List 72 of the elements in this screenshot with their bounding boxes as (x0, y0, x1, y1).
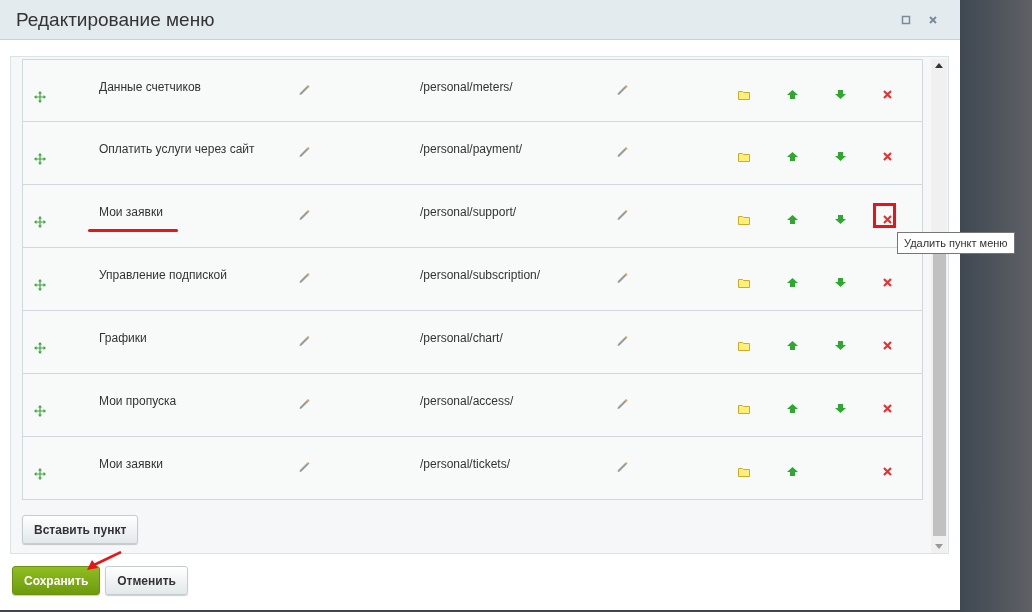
pencil-icon[interactable] (298, 83, 310, 95)
arrow-down-icon[interactable] (835, 404, 846, 413)
maximize-icon[interactable] (901, 14, 911, 25)
pencil-icon[interactable] (298, 208, 310, 220)
arrow-down-icon[interactable] (835, 341, 846, 350)
menu-item-name: Графики (99, 331, 147, 345)
delete-icon[interactable] (883, 152, 892, 161)
annotation-frame (873, 203, 896, 228)
move-handle-icon[interactable] (34, 468, 46, 480)
pencil-icon[interactable] (298, 145, 310, 157)
delete-icon[interactable] (883, 90, 892, 99)
menu-item-url: /personal/tickets/ (420, 457, 512, 471)
pencil-icon[interactable] (298, 334, 310, 346)
move-handle-icon[interactable] (34, 216, 46, 228)
pencil-icon[interactable] (298, 397, 310, 409)
move-handle-icon[interactable] (34, 91, 46, 103)
arrow-up-icon[interactable] (787, 341, 798, 350)
delete-icon[interactable] (883, 404, 892, 413)
menu-item-name: Мои заявки (99, 205, 163, 219)
pencil-icon[interactable] (298, 271, 310, 283)
arrow-up-icon[interactable] (787, 467, 798, 476)
arrow-up-icon[interactable] (787, 404, 798, 413)
pencil-icon[interactable] (616, 397, 628, 409)
folder-icon[interactable] (738, 90, 750, 100)
delete-icon[interactable] (883, 467, 892, 476)
menu-item-url: /personal/support/ (420, 205, 518, 219)
cancel-button[interactable]: Отменить (105, 566, 188, 595)
arrow-down-icon[interactable] (835, 90, 846, 99)
move-handle-icon[interactable] (34, 405, 46, 417)
folder-icon[interactable] (738, 215, 750, 225)
move-handle-icon[interactable] (34, 153, 46, 165)
delete-icon[interactable] (883, 215, 892, 224)
scroll-up-icon[interactable] (935, 63, 943, 68)
arrow-up-icon[interactable] (787, 90, 798, 99)
pencil-icon[interactable] (298, 460, 310, 472)
menu-item-url: /personal/meters/ (420, 80, 514, 94)
folder-icon[interactable] (738, 341, 750, 351)
menu-item-name: Данные счетчиков (99, 80, 201, 94)
move-handle-icon[interactable] (34, 279, 46, 291)
folder-icon[interactable] (738, 404, 750, 414)
scroll-down-icon[interactable] (935, 544, 943, 549)
menu-item-url: /personal/subscription/ (420, 268, 542, 282)
menu-item-name: Управление подпиской (99, 268, 227, 282)
menu-item-url: /personal/payment/ (420, 142, 524, 156)
annotation-arrow (86, 551, 122, 573)
menu-item-name: Мои пропуска (99, 394, 177, 408)
menu-item-url: /personal/chart/ (420, 331, 504, 345)
arrow-up-icon[interactable] (787, 152, 798, 161)
arrow-down-icon[interactable] (835, 215, 846, 224)
delete-icon[interactable] (883, 278, 892, 287)
folder-icon[interactable] (738, 467, 750, 477)
folder-icon[interactable] (738, 278, 750, 288)
pencil-icon[interactable] (616, 334, 628, 346)
delete-icon[interactable] (883, 341, 892, 350)
insert-item-button[interactable]: Вставить пункт (22, 515, 139, 544)
close-icon[interactable] (928, 14, 938, 25)
arrow-up-icon[interactable] (787, 278, 798, 287)
pencil-icon[interactable] (616, 83, 628, 95)
pencil-icon[interactable] (616, 145, 628, 157)
tooltip: Удалить пункт меню (897, 232, 1015, 254)
arrow-down-icon[interactable] (835, 278, 846, 287)
menu-item-name: Оплатить услуги через сайт (99, 142, 255, 156)
window-title: Редактирование меню (16, 8, 216, 31)
pencil-icon[interactable] (616, 460, 628, 472)
move-handle-icon[interactable] (34, 342, 46, 354)
arrow-down-icon[interactable] (835, 152, 846, 161)
menu-item-url: /personal/access/ (420, 394, 515, 408)
folder-icon[interactable] (738, 152, 750, 162)
pencil-icon[interactable] (616, 208, 628, 220)
pencil-icon[interactable] (616, 271, 628, 283)
menu-item-name: Мои заявки (99, 457, 163, 471)
arrow-up-icon[interactable] (787, 215, 798, 224)
